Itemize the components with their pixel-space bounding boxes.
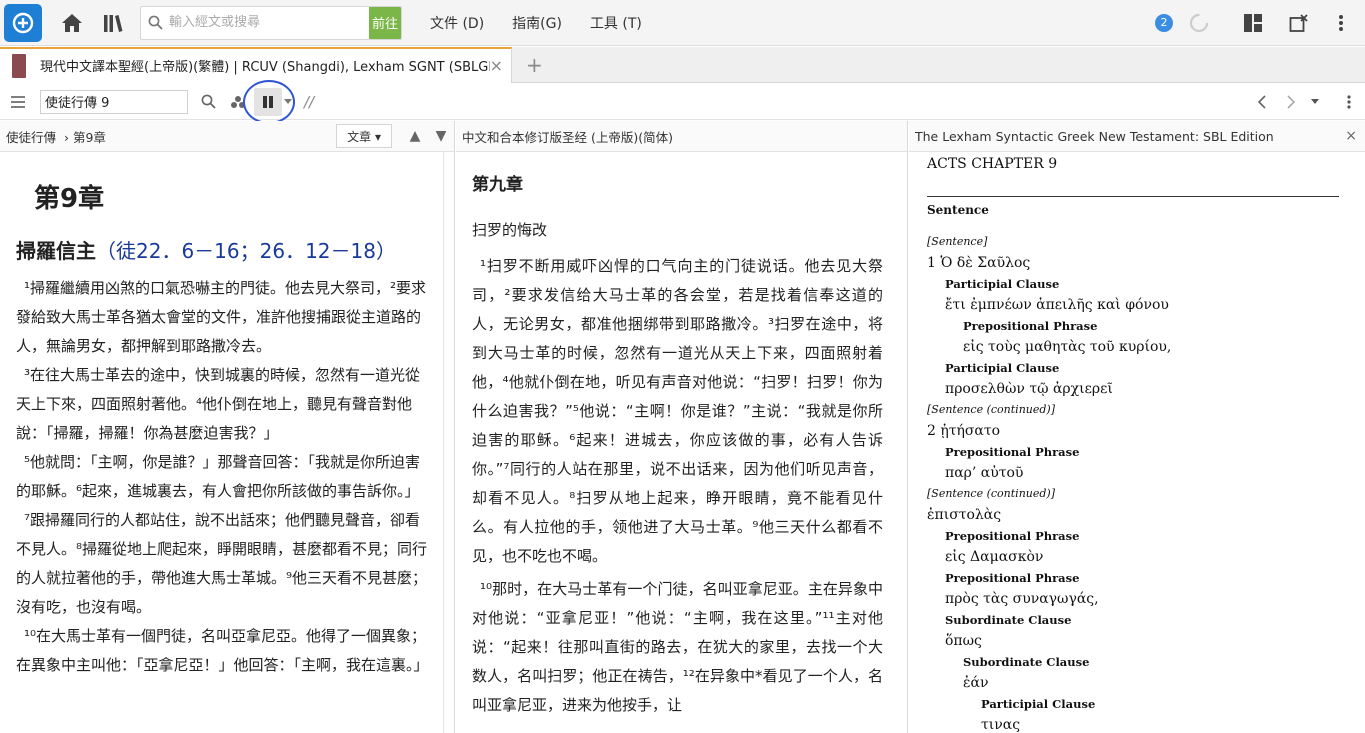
more-menu-icon[interactable] xyxy=(1321,3,1361,43)
paragraph: ⁵他就問：「主啊，你是誰？」那聲音回答：「我就是你所迫害的耶穌。⁶起來，進城裏去… xyxy=(16,453,421,500)
highlight-circle xyxy=(243,80,295,124)
home-icon[interactable] xyxy=(52,3,92,43)
paragraph: ¹⁰那时，在大马士革有一个门徒，名叫亚拿尼亚。主在异象中对他说：“亚拿尼亚！”他… xyxy=(472,580,883,714)
notification-badge[interactable]: 2 xyxy=(1155,13,1173,32)
sentence-marker: [Sentence] xyxy=(927,235,988,248)
go-button[interactable]: 前往 xyxy=(369,6,401,39)
panel-more-icon[interactable] xyxy=(1335,88,1363,116)
paragraph: ¹⁰在大馬士革有一個門徒，名叫亞拿尼亞。他得了一個異象；在異象中主叫他：「亞拿尼… xyxy=(16,627,429,674)
paragraph: ¹掃羅繼續用凶煞的口氣恐嚇主的門徒。他去見大祭司，²要求發給致大馬士革各猶太會堂… xyxy=(16,279,427,355)
greek-text[interactable]: 2 ᾐτήσατο xyxy=(927,420,1349,441)
search-icon xyxy=(141,7,169,39)
syntax-label: Prepositional Phrase xyxy=(945,444,1080,459)
panel-menu-icon[interactable] xyxy=(4,88,32,116)
greek-text[interactable]: προσελθὼν τῷ ἀρχιερεῖ xyxy=(927,378,1349,399)
top-bar: 前往 文件 (D) 指南(G) 工具 (T) 2 xyxy=(0,0,1365,46)
paragraph: ³在往大馬士革去的途中，快到城裏的時候，忽然有一道光從天上下來，四面照射著他。⁴… xyxy=(16,366,421,442)
paragraph: ⁷跟掃羅同行的人都站住，說不出話來；他們聽見聲音，卻看不見人。⁸掃羅從地上爬起來… xyxy=(16,511,428,616)
sync-icon[interactable] xyxy=(1179,3,1219,43)
sentence-heading: Sentence xyxy=(927,203,989,217)
reference-input[interactable]: 使徒行傳 9 xyxy=(40,89,188,114)
search-input[interactable] xyxy=(169,6,369,39)
pane-greek: The Lexham Syntactic Greek New Testament… xyxy=(909,121,1365,733)
chapter-title: 第九章 xyxy=(472,175,523,195)
new-tab-icon[interactable]: + xyxy=(526,53,543,77)
greek-text[interactable]: ἐάν xyxy=(927,672,1349,693)
section-title: 扫罗的悔改 xyxy=(472,221,548,239)
cross-reference[interactable]: （徒22．6－16；26．12－18） xyxy=(96,239,396,263)
pane3-header: The Lexham Syntactic Greek New Testament… xyxy=(909,121,1365,152)
pane1-header: 使徒行傳 › 第9章 文章 ▾ ▲ ▼ xyxy=(0,121,454,152)
tab-bar: 現代中文譯本聖經(上帝版)(繁體) | RCUV (Shangdi), Lexh… xyxy=(0,46,1365,83)
history-dropdown-icon[interactable] xyxy=(1307,88,1323,116)
scrollbar[interactable] xyxy=(443,152,444,733)
breadcrumb[interactable]: 使徒行傳 › 第9章 xyxy=(6,127,336,146)
verse-text: ¹掃羅繼續用凶煞的口氣恐嚇主的門徒。他去見大祭司，²要求發給致大馬士革各猶太會堂… xyxy=(16,274,429,680)
close-panels-icon[interactable] xyxy=(1279,3,1319,43)
pane-chinese-traditional: 使徒行傳 › 第9章 文章 ▾ ▲ ▼ 第9章 掃羅信主（徒22．6－16；26… xyxy=(0,121,455,733)
forward-icon[interactable] xyxy=(1277,88,1305,116)
pane2-header: 中文和合本修订版圣经 (上帝版)(简体) xyxy=(456,121,907,152)
up-arrow-icon[interactable]: ▲ xyxy=(402,128,428,144)
book-heading: ACTS CHAPTER 9 xyxy=(927,156,1058,172)
tab-bible[interactable]: 現代中文譯本聖經(上帝版)(繁體) | RCUV (Shangdi), Lexh… xyxy=(0,46,512,83)
search-icon[interactable] xyxy=(194,88,222,116)
greek-text[interactable]: εἰς Δαμασκὸν xyxy=(927,546,1349,567)
sentence-marker: [Sentence (continued)] xyxy=(927,403,1056,416)
syntax-label: Prepositional Phrase xyxy=(945,570,1080,585)
greek-text[interactable]: παρ’ αὐτοῦ xyxy=(927,462,1349,483)
syntax-label: Subordinate Clause xyxy=(963,654,1090,669)
greek-text[interactable]: τινας xyxy=(927,714,1349,733)
syntax-label: Prepositional Phrase xyxy=(963,318,1098,333)
back-icon[interactable] xyxy=(1247,88,1275,116)
down-arrow-icon[interactable]: ▼ xyxy=(428,128,454,144)
greek-text[interactable]: ὅπως xyxy=(927,630,1349,651)
library-icon[interactable] xyxy=(94,3,134,43)
greek-text[interactable]: 1 Ὁ δὲ Σαῦλος xyxy=(927,252,1349,273)
search-box: 前往 xyxy=(140,5,402,40)
greek-text[interactable]: ἐπιστολὰς xyxy=(927,504,1349,525)
logos-logo-icon[interactable] xyxy=(4,3,42,42)
menu-file[interactable]: 文件 (D) xyxy=(430,13,484,33)
syntax-label: Participial Clause xyxy=(981,696,1096,711)
pane-close-icon[interactable]: × xyxy=(1345,128,1357,144)
layout-icon[interactable] xyxy=(1233,3,1273,43)
menu-tools[interactable]: 工具 (T) xyxy=(590,13,642,33)
view-select[interactable]: 文章 ▾ xyxy=(336,124,392,148)
tab-close-icon[interactable]: × xyxy=(490,56,503,75)
link-set-icon[interactable]: // xyxy=(304,93,314,111)
greek-text[interactable]: εἰς τοὺς μαθητὰς τοῦ κυρίου, xyxy=(927,336,1349,357)
menu-guides[interactable]: 指南(G) xyxy=(512,13,562,33)
syntax-label: Subordinate Clause xyxy=(945,612,1072,627)
greek-text[interactable]: ἔτι ἐμπνέων ἀπειλῆς καὶ φόνου xyxy=(927,294,1349,315)
sentence-marker: [Sentence (continued)] xyxy=(927,487,1056,500)
syntax-label: Participial Clause xyxy=(945,360,1060,375)
chapter-title: 第9章 xyxy=(34,184,105,214)
panel-toolbar: 使徒行傳 9 // xyxy=(0,84,1365,120)
pane-chinese-simplified: 中文和合本修订版圣经 (上帝版)(简体) 第九章 扫罗的悔改 ¹扫罗不断用威吓凶… xyxy=(456,121,908,733)
book-cover-icon xyxy=(12,53,26,78)
tab-title: 現代中文譯本聖經(上帝版)(繁體) | RCUV (Shangdi), Lexh… xyxy=(40,60,490,75)
syntax-label: Prepositional Phrase xyxy=(945,528,1080,543)
paragraph: ¹扫罗不断用威吓凶悍的口气向主的门徒说话。他去见大祭司，²要求发信给大马士革的各… xyxy=(472,257,883,565)
verse-text: ¹扫罗不断用威吓凶悍的口气向主的门徒说话。他去见大祭司，²要求发信给大马士革的各… xyxy=(472,252,883,720)
section-title: 掃羅信主（徒22．6－16；26．12－18） xyxy=(16,239,396,263)
syntax-label: Participial Clause xyxy=(945,276,1060,291)
greek-text[interactable]: πρὸς τὰς συναγωγάς, xyxy=(927,588,1349,609)
